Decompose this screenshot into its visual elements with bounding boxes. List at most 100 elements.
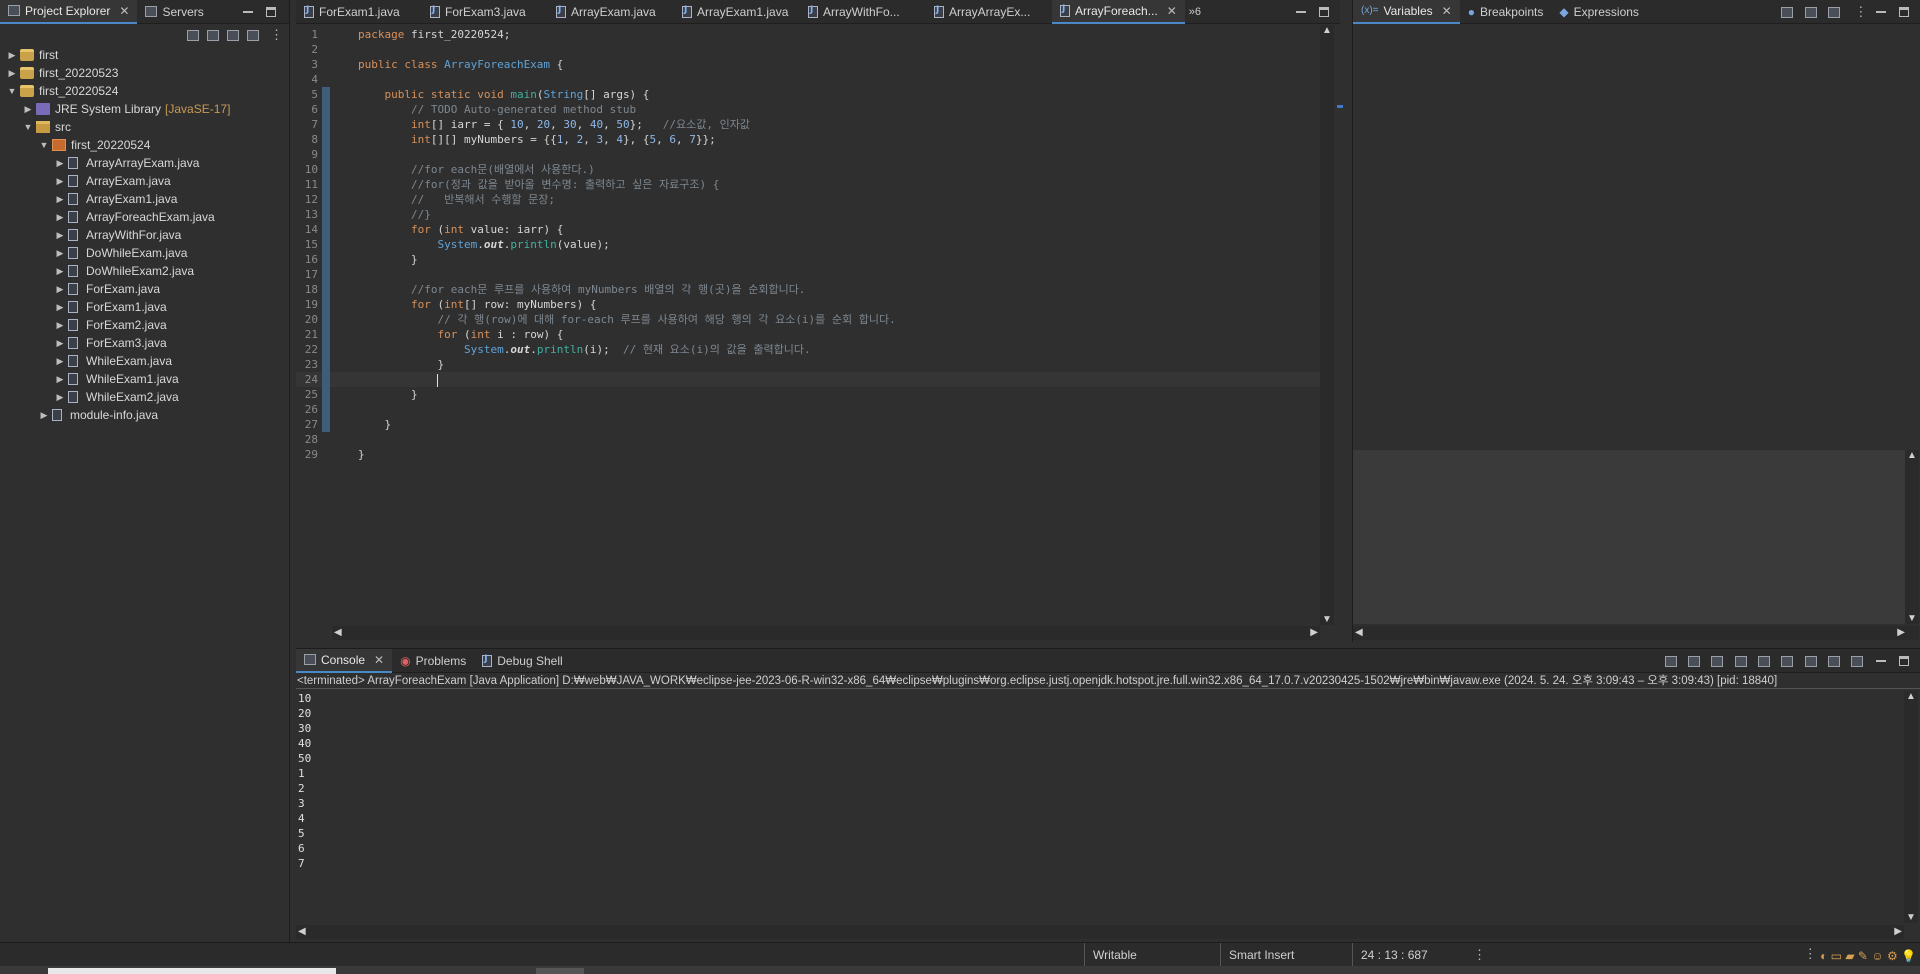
code-line[interactable]: 19 for (int[] row: myNumbers) { <box>296 297 1320 312</box>
tab-expressions[interactable]: ◆ Expressions <box>1551 0 1647 24</box>
status-cursor-position[interactable]: 24 : 13 : 687 <box>1352 943 1472 967</box>
code-line[interactable]: 28 <box>296 432 1320 447</box>
tree-item[interactable]: ▶ ArrayExam.java <box>6 172 289 190</box>
tree-item[interactable]: ▶ module-info.java <box>6 406 289 424</box>
tree-item[interactable]: ▶ ArrayArrayExam.java <box>6 154 289 172</box>
minimize-icon[interactable] <box>241 6 255 18</box>
code-line[interactable]: 20 // 각 행(row)에 대해 for-each 루프를 사용하여 해당 … <box>296 312 1320 327</box>
tree-item[interactable]: ▼ src <box>6 118 289 136</box>
chevron-right-icon[interactable]: ▶ <box>22 104 34 115</box>
code-line[interactable]: 21 for (int i : row) { <box>296 327 1320 342</box>
tree-item[interactable]: ▼ first_20220524 <box>6 136 289 154</box>
view-menu-icon[interactable] <box>1850 4 1867 20</box>
maximize-icon[interactable] <box>1897 6 1911 18</box>
scroll-left-icon[interactable]: ◀ <box>334 627 342 638</box>
tree-item[interactable]: ▼ first_20220524 <box>6 82 289 100</box>
trim-icon-1[interactable]: ◐ <box>1820 949 1827 963</box>
tree-item[interactable]: ▶ DoWhileExam2.java <box>6 262 289 280</box>
trim-icon-4[interactable]: ✎ <box>1858 949 1868 963</box>
tree-item[interactable]: ▶ first_20220523 <box>6 64 289 82</box>
variables-tree[interactable] <box>1353 25 1920 450</box>
editor-tab[interactable]: ArrayExam1.java <box>674 0 800 24</box>
minimize-icon[interactable] <box>1294 6 1308 18</box>
link-with-editor-icon[interactable] <box>207 29 219 41</box>
tree-item[interactable]: ▶ ForExam2.java <box>6 316 289 334</box>
code-line[interactable]: 22 System.out.println(i); // 현재 요소(i)의 값… <box>296 342 1320 357</box>
tab-servers[interactable]: Servers <box>137 0 211 24</box>
taskbar-item[interactable] <box>536 968 584 974</box>
chevron-right-icon[interactable]: ▶ <box>54 212 66 223</box>
chevron-right-icon[interactable]: ▶ <box>54 176 66 187</box>
chevron-right-icon[interactable]: ▶ <box>54 158 66 169</box>
console-horizontal-scrollbar[interactable]: ◀ ▶ <box>296 925 1904 939</box>
code-line[interactable]: 10 //for each문(배열에서 사용한다.) <box>296 162 1320 177</box>
chevron-down-icon[interactable]: ▼ <box>6 86 18 96</box>
tree-item[interactable]: ▶ ForExam3.java <box>6 334 289 352</box>
show-on-output-icon[interactable] <box>1781 656 1794 667</box>
layout-icon[interactable] <box>1827 7 1840 18</box>
minimize-icon[interactable] <box>1874 6 1888 18</box>
code-line[interactable]: 15 System.out.println(value); <box>296 237 1320 252</box>
code-line[interactable]: 8 int[][] myNumbers = {{1, 2, 3, 4}, {5,… <box>296 132 1320 147</box>
code-line[interactable]: 16 } <box>296 252 1320 267</box>
maximize-icon[interactable] <box>1317 6 1331 18</box>
chevron-down-icon[interactable]: ▼ <box>22 122 34 132</box>
chevron-right-icon[interactable]: ▶ <box>54 374 66 385</box>
chevron-right-icon[interactable]: ▶ <box>54 302 66 313</box>
code-line[interactable]: 4 <box>296 72 1320 87</box>
code-line[interactable]: 26 <box>296 402 1320 417</box>
chevron-right-icon[interactable]: ▶ <box>54 266 66 277</box>
chevron-right-icon[interactable]: ▶ <box>6 68 18 79</box>
detail-vertical-scrollbar[interactable]: ▲ ▼ <box>1905 450 1919 624</box>
close-icon[interactable]: ✕ <box>1442 4 1452 18</box>
word-wrap-icon[interactable] <box>1757 656 1770 667</box>
chevron-right-icon[interactable]: ▶ <box>54 356 66 367</box>
code-line[interactable]: 6 // TODO Auto-generated method stub <box>296 102 1320 117</box>
scroll-right-icon[interactable]: ▶ <box>1894 926 1902 937</box>
chevron-right-icon[interactable]: ▶ <box>54 284 66 295</box>
tab-console[interactable]: Console ✕ <box>296 648 393 673</box>
open-console-icon[interactable] <box>1851 656 1864 667</box>
scroll-right-icon[interactable]: ▶ <box>1897 627 1905 638</box>
collapse-all-icon[interactable] <box>1781 7 1794 18</box>
chevron-right-icon[interactable]: ▶ <box>54 194 66 205</box>
scroll-down-icon[interactable]: ▼ <box>1906 912 1916 923</box>
tree-item[interactable]: ▶ WhileExam1.java <box>6 370 289 388</box>
chevron-right-icon[interactable]: ▶ <box>54 338 66 349</box>
code-line[interactable]: 2 <box>296 42 1320 57</box>
code-line[interactable]: 25 } <box>296 387 1320 402</box>
tab-project-explorer[interactable]: Project Explorer ✕ <box>0 0 138 24</box>
tree-item[interactable]: ▶ ForExam.java <box>6 280 289 298</box>
code-line[interactable]: 5 public static void main(String[] args)… <box>296 87 1320 102</box>
tree-item[interactable]: ▶ first <box>6 46 289 64</box>
status-insert-mode[interactable]: Smart Insert <box>1220 943 1352 967</box>
code-line[interactable]: 18 //for each문 루프를 사용하여 myNumbers 배열의 각 … <box>296 282 1320 297</box>
minimize-icon[interactable] <box>1874 655 1888 667</box>
trim-icon-5[interactable]: ☺ <box>1871 949 1883 963</box>
remove-launch-icon[interactable] <box>1687 656 1700 667</box>
tree-item[interactable]: ▶ ForExam1.java <box>6 298 289 316</box>
variable-detail-pane[interactable] <box>1353 450 1905 624</box>
editor-vertical-scrollbar[interactable]: ▲ ▼ <box>1320 25 1334 625</box>
scroll-up-icon[interactable]: ▲ <box>1906 691 1916 702</box>
scroll-down-icon[interactable]: ▼ <box>1322 614 1332 625</box>
detail-horizontal-scrollbar[interactable]: ◀ ▶ <box>1353 626 1919 640</box>
code-line[interactable]: 11 //for(정과 값을 받아올 변수명: 출력하고 싶은 자료구조) { <box>296 177 1320 192</box>
code-line[interactable]: 12 // 반복해서 수행할 문장; <box>296 192 1320 207</box>
tree-item[interactable]: ▶ ArrayForeachExam.java <box>6 208 289 226</box>
close-icon[interactable]: ✕ <box>1167 4 1177 18</box>
chevron-right-icon[interactable]: ▶ <box>54 230 66 241</box>
console-vertical-scrollbar[interactable]: ▲ ▼ <box>1904 691 1918 923</box>
editor-tab[interactable]: ForExam3.java <box>422 0 548 24</box>
console-output[interactable]: 10 20 30 40 50 1 2 3 4 5 6 7 <box>298 691 1898 923</box>
tree-item[interactable]: ▶ DoWhileExam.java <box>6 244 289 262</box>
editor-tab[interactable]: ArrayWithFo... <box>800 0 926 24</box>
close-icon[interactable]: ✕ <box>374 653 384 667</box>
code-line[interactable]: 23 } <box>296 357 1320 372</box>
status-menu-icon[interactable] <box>1469 947 1486 963</box>
focus-icon[interactable] <box>247 29 259 41</box>
remove-all-terminated-icon[interactable] <box>1711 656 1724 667</box>
tree-item[interactable]: ▶ ArrayExam1.java <box>6 190 289 208</box>
view-menu-icon[interactable] <box>266 27 283 43</box>
show-type-names-icon[interactable] <box>1804 7 1817 18</box>
